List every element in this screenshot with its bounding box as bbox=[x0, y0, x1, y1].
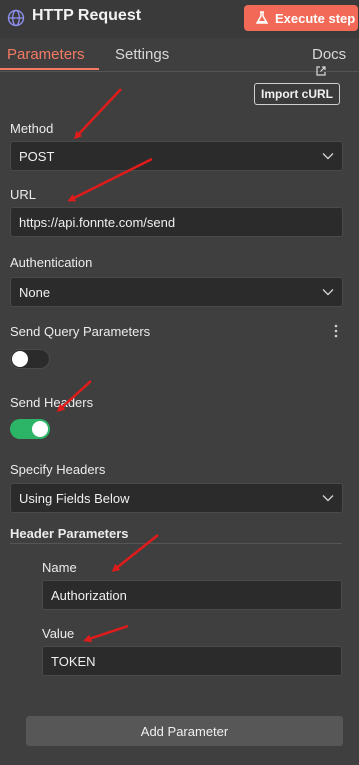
annotation-arrow bbox=[73, 88, 122, 140]
authentication-value: None bbox=[19, 284, 51, 300]
tab-docs[interactable]: Docs bbox=[312, 46, 359, 80]
url-input[interactable]: https://api.fonnte.com/send bbox=[10, 207, 343, 237]
docs-label: Docs bbox=[312, 46, 347, 63]
globe-icon bbox=[7, 9, 25, 27]
section-divider bbox=[10, 543, 342, 544]
method-value: POST bbox=[19, 148, 55, 164]
chevron-down-icon bbox=[322, 153, 334, 160]
url-label: URL bbox=[10, 187, 37, 202]
tab-bar: Parameters Settings Docs bbox=[0, 38, 359, 76]
tab-parameters[interactable]: Parameters bbox=[7, 46, 85, 63]
header-value-label: Value bbox=[42, 626, 75, 641]
send-headers-label: Send Headers bbox=[10, 395, 94, 410]
header-value-input[interactable]: TOKEN bbox=[42, 646, 342, 676]
header-name-value: Authorization bbox=[51, 587, 127, 603]
specify-headers-label: Specify Headers bbox=[10, 462, 106, 477]
add-parameter-button[interactable]: Add Parameter bbox=[26, 716, 343, 746]
execute-step-button[interactable]: Execute step bbox=[244, 5, 358, 31]
specify-headers-value: Using Fields Below bbox=[19, 490, 130, 506]
authentication-label: Authentication bbox=[10, 255, 93, 270]
send-headers-toggle[interactable] bbox=[10, 419, 50, 439]
header-value-value: TOKEN bbox=[51, 653, 96, 669]
send-query-label: Send Query Parameters bbox=[10, 324, 151, 339]
authentication-select[interactable]: None bbox=[10, 277, 343, 307]
external-link-icon bbox=[316, 66, 326, 76]
execute-step-label: Execute step bbox=[275, 10, 356, 26]
annotation-arrow bbox=[83, 624, 129, 643]
toggle-knob bbox=[12, 351, 28, 367]
chevron-down-icon bbox=[322, 495, 334, 502]
node-title: HTTP Request bbox=[32, 7, 142, 24]
chevron-down-icon bbox=[322, 289, 334, 296]
send-query-toggle[interactable] bbox=[10, 349, 50, 369]
flask-icon bbox=[255, 11, 269, 24]
method-select[interactable]: POST bbox=[10, 141, 343, 171]
tab-settings[interactable]: Settings bbox=[115, 46, 169, 63]
specify-headers-select[interactable]: Using Fields Below bbox=[10, 483, 343, 513]
header-parameters-label: Header Parameters bbox=[10, 526, 129, 541]
node-header: HTTP Request Execute step bbox=[0, 0, 359, 38]
method-label: Method bbox=[10, 121, 54, 136]
import-curl-button[interactable]: Import cURL bbox=[254, 83, 340, 105]
active-tab-indicator bbox=[0, 68, 99, 70]
header-name-input[interactable]: Authorization bbox=[42, 580, 342, 610]
header-name-label: Name bbox=[42, 560, 77, 575]
more-options-icon[interactable] bbox=[333, 324, 339, 338]
toggle-knob bbox=[32, 421, 48, 437]
url-value: https://api.fonnte.com/send bbox=[19, 214, 176, 230]
